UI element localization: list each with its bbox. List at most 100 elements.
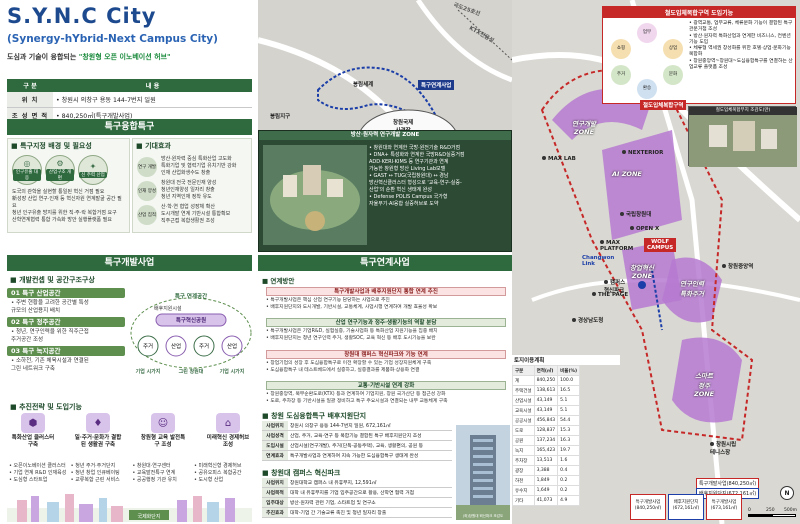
zone-label: 연구개발 ZONE <box>572 120 596 136</box>
list-item: 청년인재양성 일자리 창출 <box>161 187 215 193</box>
table-row: 녹지 165,423 19.7 <box>512 445 581 456</box>
expectation-row: 연구 개발 방산·원자력 중심 특화산업 고도화 특화기업 및 협력기업 유치기… <box>137 156 247 177</box>
wolf-tag: WOLF CAMPUS <box>644 238 677 252</box>
table-row: 사업위치 창원시 의창구 용동 144-7번지 일원, 672,161㎡ <box>262 421 452 431</box>
list-item: 산학연계협력 통합 가속화 방안 실행플랫폼 필요 <box>12 217 112 223</box>
background-title: ■ 특구지정 배경 및 필요성 <box>11 142 92 150</box>
list-item: • 배후지원단지는 청년 연구인력 주거, 생활SOC, 교육 혁신 등 배후 … <box>266 335 436 341</box>
hub-site-title: ■ 창원 도심융합특구 배후지원단지 <box>262 412 367 420</box>
list-item: • DNA+ 특성화와 연계한 국방R&D실증거점 <box>369 152 465 158</box>
place-label: 봉림세계 <box>353 82 374 88</box>
link-item-head: 창원대 캠퍼스 혁신파크와 기능 연계 <box>266 350 506 359</box>
list-item: 창원대 전국 전문인재 양성 <box>161 180 217 186</box>
function-icon: 쇼핑 <box>611 39 631 59</box>
table-row: 구분 면적(㎡) 비율(%) <box>512 365 581 376</box>
expectation-title: ■ 기대효과 <box>136 142 171 150</box>
stage-bar: 01 특구 산업공간 <box>7 288 125 298</box>
table-row: 공공시설 456,843 54.4 <box>512 415 581 426</box>
info-head-key: 구 분 <box>7 79 53 92</box>
strategy-item: ♦ 일·주거·문화가 결합된 생활권 구축 <box>74 413 122 465</box>
diagram-bottom: 기업 시가지 <box>220 368 245 375</box>
table-row: 연계효과 특구개발사업과 연계하여 지속 가능한 도심융합특구 생태계 완성 <box>262 450 452 461</box>
diagram-node: 산업 <box>171 342 181 350</box>
list-item: • 배후지원단지와 도시개발, 기반시설, 교통체계, 사업시행 연계하여 개발… <box>266 304 438 310</box>
aerial-photo: 철도입체복합부지 조감도(만) <box>688 106 797 167</box>
diagram-zone-label: 특구혁신공원 <box>176 316 206 324</box>
industry-icon: ⚙ <box>56 159 64 168</box>
expectation-row: 인재 양성 창원대 전국 전문인재 양성 청년인재양성 일자리 창출 청년 지역… <box>137 180 247 201</box>
exp-circle: 산업 집적 <box>137 204 157 225</box>
background-bullets: 도국의 관학을 실현할 통일된 혁신 거점 필요 新성장 산업 연구·인재 등 … <box>8 187 129 226</box>
place-label: NEXTERIOR <box>622 150 663 156</box>
exp-circle: 연구 개발 <box>137 156 157 177</box>
background-circles: ◎ 인구유출 대응 ⚙ 산업구조 개편 ✦ 신 주력 산업 <box>8 153 129 187</box>
legend-block: 특구개발사업 (840,250㎡) <box>630 494 666 520</box>
rail-tag: 철도입체복합구역 <box>640 100 687 110</box>
list-item: 방산·원자력 중심 특화산업 고도화 <box>161 156 232 162</box>
diagram-node: 산업 <box>227 342 237 350</box>
graph-caption: 국제화단지 <box>137 513 160 520</box>
function-icon: 업무 <box>637 23 657 43</box>
hub-icon: ⌂ <box>216 413 240 433</box>
population-icon: ◎ <box>23 159 31 168</box>
list-item: 도국의 관학을 실현할 통일된 혁신 거점 필요 <box>12 189 105 195</box>
living-icon: ♦ <box>86 413 110 433</box>
bg-circle: ⚙ 산업구조 개편 <box>45 155 75 185</box>
concept-diagram: 특구 연계공간 특구혁신공원 배후지원시설 주거 산업 주거 산업 기업 시가지… <box>130 292 252 375</box>
place-label: 국립창원대 <box>620 210 651 218</box>
compass-icon: N <box>780 486 794 500</box>
zone-label: 스마트 정주 ZONE <box>694 372 715 398</box>
strategy-details: • 오픈이노베이션 클러스터 • 기업 연계 R&D 인재육성 • 도심형 스타트업… <box>9 463 242 483</box>
diagram-bottom: 그린 창원대 <box>179 368 204 375</box>
hybrid-panel: 방산·원자력 연구개발 ZONE • 창원대와 연계한 국방·원전기술 R&D거… <box>258 130 512 252</box>
link-item-head: 산업 연구기능과 정주·생활기능의 역할 분담 <box>266 318 506 327</box>
diagram-node: 주거 <box>199 342 209 350</box>
list-item: 가능한 창원형 방산 Living Lab모델 <box>369 166 446 172</box>
stage-list: 01 특구 산업공간 • 주변 현황을 고려한 공간별 특성 규모의 산업용지 … <box>7 288 125 375</box>
list-item: 방산혁신클러스터 형성으로 '교육-연구-실증- <box>369 180 462 186</box>
stage-bar: 03 특구 녹지공간 <box>7 346 125 356</box>
diagram-center-label: 배후지원시설 <box>154 305 182 312</box>
landuse-title: 토지이용계획 <box>512 355 620 365</box>
legend-block: 특구개발사업 (673,161㎡) <box>706 494 742 520</box>
bg-circle: ✦ 신 주력 산업 <box>78 155 108 185</box>
education-icon: ☺ <box>151 413 175 433</box>
table-row: 입주대상 방산·원자력 관련 기업, 스타트업 및 연구소 <box>262 497 452 508</box>
table-row: 도입시설 산업시설(연구개발), 주거(단독·공동주택), 교육, 생활편의, 공… <box>262 440 452 451</box>
info-head-val: 내 용 <box>53 79 252 92</box>
campus-park-render: (좌)창원대 혁신파크 조감도 <box>456 425 510 520</box>
diagram-network-label: 특구 연계공간 <box>175 292 207 300</box>
table-row: 공원 137,234 16.3 <box>512 435 581 446</box>
list-item: • 창원대와 연계한 국방·원전기술 R&D거점 <box>369 145 461 151</box>
hub-site-table: 사업위치 창원시 의창구 용동 144-7번지 일원, 672,161㎡ 사업성격… <box>262 421 452 461</box>
left-panel: S.Y.N.C City (Synergy-hYbrid-Next Campus… <box>0 0 258 524</box>
skyline-graphic: 국제화단지 <box>7 494 252 522</box>
function-icon: 문화 <box>663 65 683 85</box>
zone-label: AI ZONE <box>612 170 642 178</box>
background-card: ■ 특구지정 배경 및 필요성 ◎ 인구유출 대응 ⚙ 산업구조 개편 ✦ 신 주력 … <box>7 138 130 233</box>
expectation-card: ■ 기대효과 연구 개발 방산·원자력 중심 특화산업 고도화 특화기업 및 협… <box>132 138 252 233</box>
place-label: 봉림지구 <box>270 114 291 120</box>
list-item: 산업'의 순환 혁신 생태계 완성 <box>369 187 432 193</box>
list-item: ADD·KERI·KIMS 등 연구기관과 연계 <box>369 159 449 165</box>
page-subtitle: (Synergy-hYbrid-Next Campus City) <box>7 33 218 45</box>
slogan-lead: 도심과 기술이 융합되는 <box>7 53 77 61</box>
table-row: 광장 3,388 0.4 <box>512 465 581 476</box>
table-row: 사업위치 창원대학교 캠퍼스 내 유휴부지, 12,591㎡ <box>262 478 452 488</box>
table-row: 도로 128,837 15.3 <box>512 425 581 436</box>
page-title: S.Y.N.C City <box>7 4 157 28</box>
table-row: 산업시설 43,149 5.1 <box>512 395 581 406</box>
spec-tag: 특구연계사업 <box>418 80 455 90</box>
list-item: 新성장 산업 연구·인재 등 혁신자원 연계발굴 공간 필요 <box>12 196 122 209</box>
list-item: • 창원중앙역~창원대~도심융합특구를 연결하는 산업교류 플랫폼 조성 <box>689 58 793 71</box>
info-table: 구 분 내 용 위 치 • 창원시 의창구 용동 144-7번지 일원 조 성 … <box>7 79 252 124</box>
list-item: • 도심융합특구 내 테스트베드에서 실증하고, 실증결과를 제품화·상용화 연… <box>266 367 420 373</box>
place-label: 창원시립 테니스장 <box>710 442 737 456</box>
zone-label: 창업혁신 ZONE <box>630 264 654 280</box>
strategy-row: ⬢ 특화산업 클러스터 구축 ♦ 일·주거·문화가 결합된 생활권 구축 ☺ 창원형 … <box>9 413 252 465</box>
list-item: 산·학·연 협업 성장체 확산 <box>161 204 215 210</box>
plan-title: ■ 개발컨셉 및 공간구조구상 <box>10 276 95 284</box>
link-item-head: 교통·기반시설 연계 강화 <box>266 381 506 390</box>
strategy-title: ■ 추진전략 및 도입기능 <box>10 403 82 411</box>
aerial-photo-caption: 철도입체복합부지 조감도(만) <box>689 107 797 115</box>
